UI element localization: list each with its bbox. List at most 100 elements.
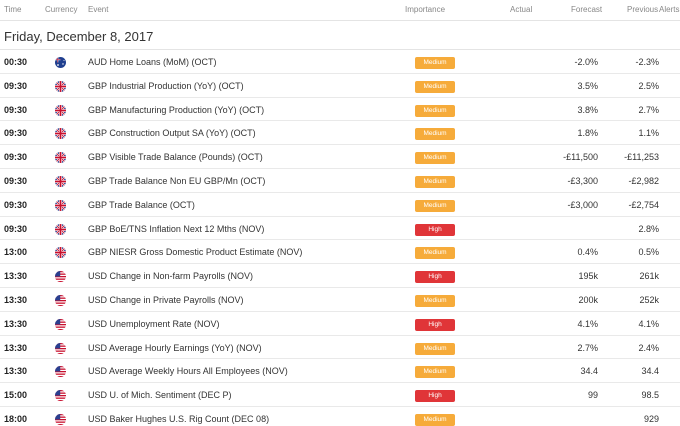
event-row[interactable]: 09:30 GBP Construction Output SA (YoY) (O… (0, 121, 680, 146)
event-time: 09:30 (4, 80, 28, 91)
event-row[interactable]: 13:30 USD Unemployment Rate (NOV) High 4.1%… (0, 312, 680, 336)
us-flag-icon (55, 294, 66, 306)
event-time: 09:30 (4, 128, 28, 139)
event-time: 13:30 (4, 342, 28, 353)
previous-value: -£2,982 (628, 175, 659, 186)
importance-badge: High (415, 271, 455, 284)
event-title[interactable]: AUD Home Loans (MoM) (OCT) (88, 57, 217, 67)
event-title[interactable]: GBP Construction Output SA (YoY) (OCT) (88, 128, 256, 138)
event-row[interactable]: 09:30 GBP BoE/TNS Inflation Next 12 Mths … (0, 217, 680, 241)
event-row[interactable]: 09:30 GBP Trade Balance Non EU GBP/Mn (OC… (0, 169, 680, 193)
previous-value: 2.4% (638, 342, 659, 353)
importance-badge: Medium (415, 80, 455, 93)
event-title[interactable]: USD Average Hourly Earnings (YoY) (NOV) (88, 343, 262, 353)
importance-badge: Medium (415, 294, 455, 307)
previous-value: -£11,253 (624, 152, 659, 163)
forecast-value: -£3,000 (567, 199, 598, 210)
table-header: Time Currency Event Importance Actual Fo… (0, 0, 680, 20)
event-row[interactable]: 13:00 GBP NIESR Gross Domestic Product Es… (0, 240, 680, 265)
column-header-event[interactable]: Event (88, 5, 108, 14)
previous-value: 1.1% (638, 128, 659, 139)
event-title[interactable]: GBP Trade Balance Non EU GBP/Mn (OCT) (88, 176, 265, 186)
importance-badge: High (415, 318, 455, 331)
forecast-value: 195k (578, 271, 598, 282)
event-time: 13:30 (4, 366, 28, 377)
gb-flag-icon (55, 80, 66, 92)
column-header-actual[interactable]: Actual (510, 5, 532, 14)
column-header-importance[interactable]: Importance (405, 5, 445, 14)
forecast-value: 1.8% (577, 128, 598, 139)
event-title[interactable]: USD Change in Private Payrolls (NOV) (88, 295, 244, 305)
event-time: 18:00 (4, 413, 28, 424)
event-title[interactable]: USD Baker Hughes U.S. Rig Count (DEC 08) (88, 414, 269, 424)
us-flag-icon (55, 390, 66, 402)
importance-badge: Medium (415, 152, 455, 165)
importance-badge: Medium (415, 175, 455, 188)
us-flag-icon (55, 366, 66, 378)
event-title[interactable]: GBP NIESR Gross Domestic Product Estimat… (88, 247, 302, 257)
importance-badge: Medium (415, 366, 455, 379)
event-title[interactable]: USD Change in Non-farm Payrolls (NOV) (88, 271, 253, 281)
event-row[interactable]: 13:30 USD Average Hourly Earnings (YoY) (… (0, 336, 680, 360)
date-label: Friday, December 8, 2017 (4, 29, 154, 44)
previous-value: 252k (639, 294, 659, 305)
column-header-previous[interactable]: Previous (627, 5, 658, 14)
importance-badge: Medium (415, 104, 455, 117)
importance-badge: High (415, 390, 455, 403)
importance-badge: Medium (415, 57, 455, 69)
forecast-value: 200k (578, 294, 598, 305)
importance-badge: Medium (415, 199, 455, 212)
column-header-time[interactable]: Time (4, 5, 21, 14)
event-row[interactable]: 09:30 GBP Industrial Production (YoY) (OC… (0, 74, 680, 98)
event-row[interactable]: 09:30 GBP Manufacturing Production (YoY) … (0, 98, 680, 122)
event-time: 15:00 (4, 390, 28, 401)
importance-badge: Medium (415, 342, 455, 355)
forecast-value: 2.7% (577, 342, 598, 353)
event-row[interactable]: 13:30 USD Change in Private Payrolls (NOV… (0, 288, 680, 312)
event-time: 09:30 (4, 152, 28, 163)
event-title[interactable]: GBP Manufacturing Production (YoY) (OCT) (88, 105, 264, 115)
forecast-value: 3.8% (577, 104, 598, 115)
event-time: 13:00 (4, 247, 28, 258)
column-header-forecast[interactable]: Forecast (571, 5, 602, 14)
gb-flag-icon (55, 199, 66, 211)
forecast-value: -£3,300 (567, 175, 598, 186)
column-header-alerts[interactable]: Alerts (659, 5, 679, 14)
event-time: 13:30 (4, 318, 28, 329)
event-title[interactable]: GBP Visible Trade Balance (Pounds) (OCT) (88, 152, 263, 162)
forecast-value: 0.4% (577, 247, 598, 258)
event-row[interactable]: 13:30 USD Average Weekly Hours All Employ… (0, 359, 680, 384)
event-title[interactable]: GBP Industrial Production (YoY) (OCT) (88, 81, 244, 91)
previous-value: 0.5% (638, 247, 659, 258)
us-flag-icon (55, 271, 66, 283)
importance-badge: Medium (415, 128, 455, 141)
previous-value: 261k (639, 271, 659, 282)
gb-flag-icon (55, 175, 66, 187)
previous-value: -2.3% (635, 57, 659, 67)
previous-value: 34.4 (641, 366, 659, 377)
column-header-currency[interactable]: Currency (45, 5, 77, 14)
event-title[interactable]: USD Unemployment Rate (NOV) (88, 319, 220, 329)
gb-flag-icon (55, 247, 66, 259)
forecast-value: 4.1% (577, 318, 598, 329)
event-row[interactable]: 13:30 USD Change in Non-farm Payrolls (NO… (0, 264, 680, 288)
event-time: 09:30 (4, 175, 28, 186)
event-time: 09:30 (4, 223, 28, 234)
event-row[interactable]: 00:30 AUD Home Loans (MoM) (OCT) Medium -2.… (0, 50, 680, 74)
gb-flag-icon (55, 223, 66, 235)
event-row[interactable]: 09:30 GBP Trade Balance (OCT) Medium -£3,00… (0, 193, 680, 217)
importance-badge: Medium (415, 247, 455, 260)
event-time: 00:30 (4, 57, 28, 67)
event-row[interactable]: 15:00 USD U. of Mich. Sentiment (DEC P) Hi… (0, 383, 680, 407)
importance-badge: High (415, 223, 455, 236)
us-flag-icon (55, 342, 66, 354)
event-title[interactable]: USD U. of Mich. Sentiment (DEC P) (88, 390, 232, 400)
us-flag-icon (55, 318, 66, 330)
event-title[interactable]: GBP Trade Balance (OCT) (88, 200, 195, 210)
event-row[interactable]: 09:30 GBP Visible Trade Balance (Pounds) … (0, 145, 680, 169)
event-title[interactable]: GBP BoE/TNS Inflation Next 12 Mths (NOV) (88, 224, 264, 234)
previous-value: -£2,754 (628, 199, 659, 210)
event-title[interactable]: USD Average Weekly Hours All Employees (… (88, 366, 288, 376)
forecast-value: -£11,500 (563, 152, 598, 163)
event-row[interactable]: 18:00 USD Baker Hughes U.S. Rig Count (DE… (0, 407, 680, 426)
